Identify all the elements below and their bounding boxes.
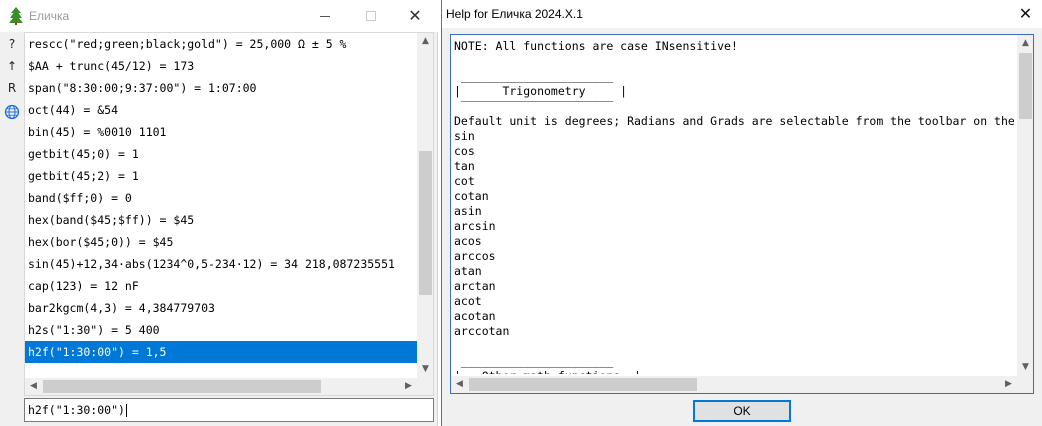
scroll-right-arrow-icon[interactable]: ▶ [400, 378, 417, 395]
history-item[interactable]: rescc("red;green;black;gold") = 25,000 Ω… [25, 33, 417, 55]
help-line: | Trigonometry | [454, 84, 628, 98]
history-item[interactable]: $AA + trunc(45/12) = 173 [25, 55, 417, 77]
help-line: cos [454, 144, 475, 158]
history-item[interactable]: h2f("1:30:00") = 1,5 [25, 341, 417, 363]
help-line: | Other math functions | [454, 369, 1014, 374]
history-item[interactable]: hex(bor($45;0)) = $45 [25, 231, 417, 253]
side-toolbar: ? ↑ R [0, 32, 24, 426]
maximize-button[interactable] [348, 0, 394, 32]
text-caret [125, 404, 127, 417]
history-list[interactable]: rescc("red;green;black;gold") = 25,000 Ω… [24, 32, 434, 396]
history-item[interactable]: sin(45)+12,34·abs(1234^0,5-234·12) = 34 … [25, 253, 417, 275]
recall-up-button[interactable]: ↑ [3, 56, 21, 76]
help-line: ______________________ [454, 69, 614, 83]
maximize-icon [366, 11, 376, 21]
scroll-thumb[interactable] [419, 151, 432, 295]
close-help-button[interactable]: ✕ [1009, 0, 1042, 28]
help-content: NOTE: All functions are case INsensitive… [454, 39, 1014, 374]
scroll-right-arrow-icon[interactable]: ▶ [1000, 376, 1017, 393]
scroll-thumb[interactable] [43, 380, 321, 393]
help-line: cotan [454, 189, 489, 203]
history-item[interactable]: getbit(45;2) = 1 [25, 165, 417, 187]
help-line [454, 54, 1014, 69]
help-title-bar[interactable]: Help for Еличка 2024.X.1 ✕ [442, 0, 1042, 28]
scroll-left-arrow-icon[interactable]: ◀ [25, 378, 42, 395]
main-window: Еличка ✕ ? ↑ R rescc("red;green;black;go… [0, 0, 438, 426]
help-vertical-scrollbar[interactable]: ▲ ▼ [1017, 35, 1033, 376]
help-line: NOTE: All functions are case INsensitive… [454, 39, 738, 53]
minimize-button[interactable] [302, 0, 348, 32]
history-item[interactable]: bin(45) = %0010 1101 [25, 121, 417, 143]
history-item[interactable]: span("8:30:00;9:37:00") = 1:07:00 [25, 77, 417, 99]
history-item[interactable]: h2s("1:30") = 5 400 [25, 319, 417, 341]
minimize-icon [320, 15, 330, 17]
help-line: ‾‾‾‾‾‾‾‾‾‾‾‾‾‾‾‾‾‾‾‾‾‾ [454, 99, 614, 113]
help-line: atan [454, 264, 482, 278]
help-horizontal-scrollbar[interactable]: ◀ ▶ [451, 376, 1017, 393]
ok-button[interactable]: OK [693, 400, 791, 422]
expression-input-value: h2f("1:30:00") [28, 403, 125, 417]
history-item[interactable]: getbit(45;0) = 1 [25, 143, 417, 165]
help-line: acotan [454, 309, 496, 323]
history-item[interactable]: hex(band($45;$ff)) = $45 [25, 209, 417, 231]
close-icon: ✕ [408, 8, 422, 25]
help-text-area[interactable]: NOTE: All functions are case INsensitive… [450, 34, 1034, 394]
help-line: ______________________ [454, 354, 614, 368]
scroll-down-arrow-icon[interactable]: ▼ [1017, 359, 1033, 376]
help-line: asin [454, 204, 482, 218]
scrollbar-corner [417, 378, 433, 395]
scroll-thumb[interactable] [469, 378, 697, 391]
scroll-thumb[interactable] [1019, 53, 1032, 119]
help-line [454, 339, 1014, 354]
history-item[interactable]: bar2kgcm(4,3) = 4,384779703 [25, 297, 417, 319]
help-line: cot [454, 174, 475, 188]
main-window-title: Еличка [29, 9, 70, 23]
help-line: arcsin [454, 219, 496, 233]
scroll-up-arrow-icon[interactable]: ▲ [417, 33, 433, 50]
scrollbar-corner [1017, 376, 1033, 393]
history-item[interactable]: oct(44) = &54 [25, 99, 417, 121]
history-item[interactable]: band($ff;0) = 0 [25, 187, 417, 209]
help-line: arccotan [454, 324, 510, 338]
tree-app-icon [9, 7, 23, 25]
help-window: Help for Еличка 2024.X.1 ✕ NOTE: All fun… [441, 0, 1042, 426]
main-title-bar[interactable]: Еличка ✕ [0, 0, 438, 32]
scroll-left-arrow-icon[interactable]: ◀ [451, 376, 468, 393]
close-icon: ✕ [1018, 6, 1033, 23]
scroll-down-arrow-icon[interactable]: ▼ [417, 361, 433, 378]
help-line: sin [454, 129, 475, 143]
help-window-title: Help for Еличка 2024.X.1 [446, 7, 583, 21]
expression-input[interactable]: h2f("1:30:00") [24, 398, 434, 422]
history-vertical-scrollbar[interactable]: ▲ ▼ [417, 33, 433, 378]
language-button[interactable] [3, 102, 21, 122]
help-line: arctan [454, 279, 496, 293]
history-item[interactable]: cap(123) = 12 nF [25, 275, 417, 297]
scroll-up-arrow-icon[interactable]: ▲ [1017, 35, 1033, 52]
help-line: acot [454, 294, 482, 308]
history-horizontal-scrollbar[interactable]: ◀ ▶ [25, 378, 417, 395]
help-button[interactable]: ? [3, 34, 21, 54]
help-line: acos [454, 234, 482, 248]
help-line: arccos [454, 249, 496, 263]
help-line: Default unit is degrees; Radians and Gra… [454, 114, 1014, 128]
globe-icon [4, 104, 20, 120]
radians-button[interactable]: R [3, 78, 21, 98]
close-main-button[interactable]: ✕ [392, 0, 438, 32]
help-line: tan [454, 159, 475, 173]
